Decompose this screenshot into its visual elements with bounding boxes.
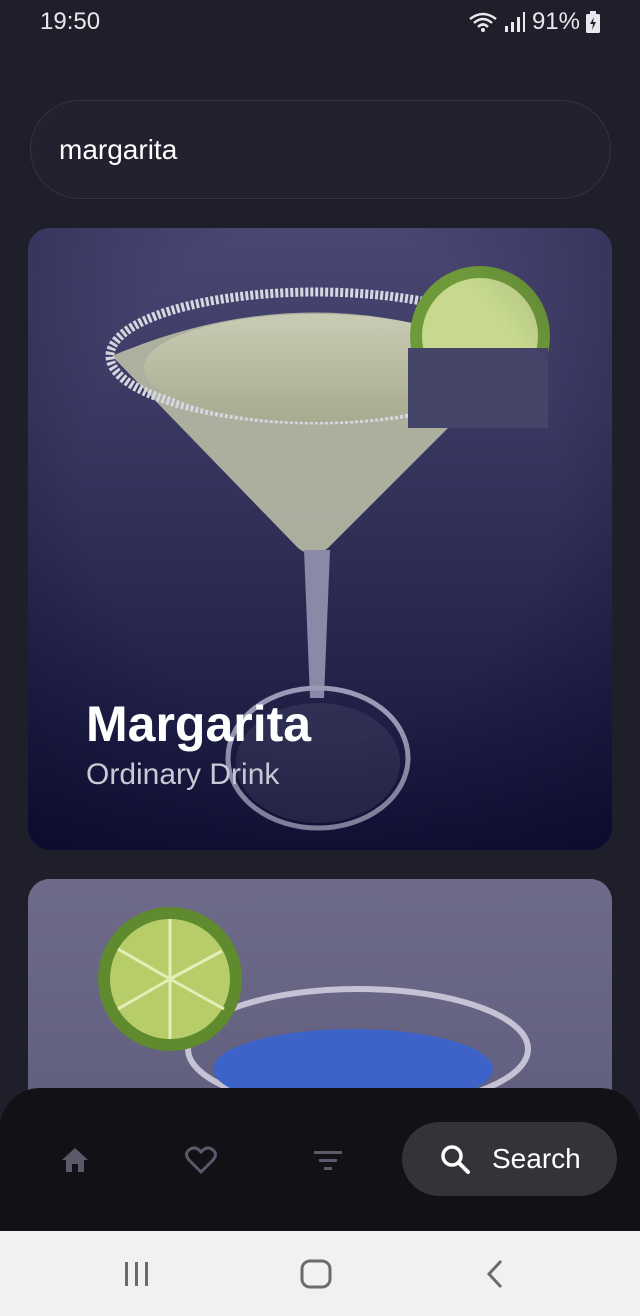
home-button-icon: [300, 1259, 332, 1289]
wifi-icon: [469, 12, 497, 32]
status-icons: 91%: [468, 8, 600, 36]
card-text: Margarita Ordinary Drink: [86, 697, 311, 792]
status-bar: 19:50 91%: [0, 0, 640, 44]
search-field[interactable]: [30, 100, 611, 199]
home-icon: [62, 1148, 88, 1172]
signal-icon: [504, 12, 525, 32]
nav-home[interactable]: [53, 1138, 97, 1182]
search-input[interactable]: [59, 133, 610, 166]
filter-icon: [314, 1151, 342, 1170]
nav-favorites[interactable]: [179, 1138, 223, 1182]
search-icon: [441, 1145, 470, 1174]
recents-icon: [125, 1262, 148, 1286]
nav-search-label: Search: [492, 1143, 581, 1174]
back-button[interactable]: [474, 1252, 518, 1296]
drink-name: Margarita: [86, 696, 312, 752]
nav-filter[interactable]: [306, 1138, 350, 1182]
heart-icon: [185, 1146, 217, 1174]
status-time: 19:50: [40, 8, 101, 35]
nav-search-button[interactable]: Search: [402, 1122, 617, 1196]
drink-card[interactable]: Margarita Ordinary Drink: [28, 228, 612, 850]
battery-icon: [586, 11, 600, 33]
home-button[interactable]: [294, 1252, 338, 1296]
back-icon: [486, 1259, 503, 1289]
drink-category: Ordinary Drink: [86, 758, 280, 791]
recents-button[interactable]: [115, 1252, 159, 1296]
battery-percent: 91%: [531, 8, 580, 35]
